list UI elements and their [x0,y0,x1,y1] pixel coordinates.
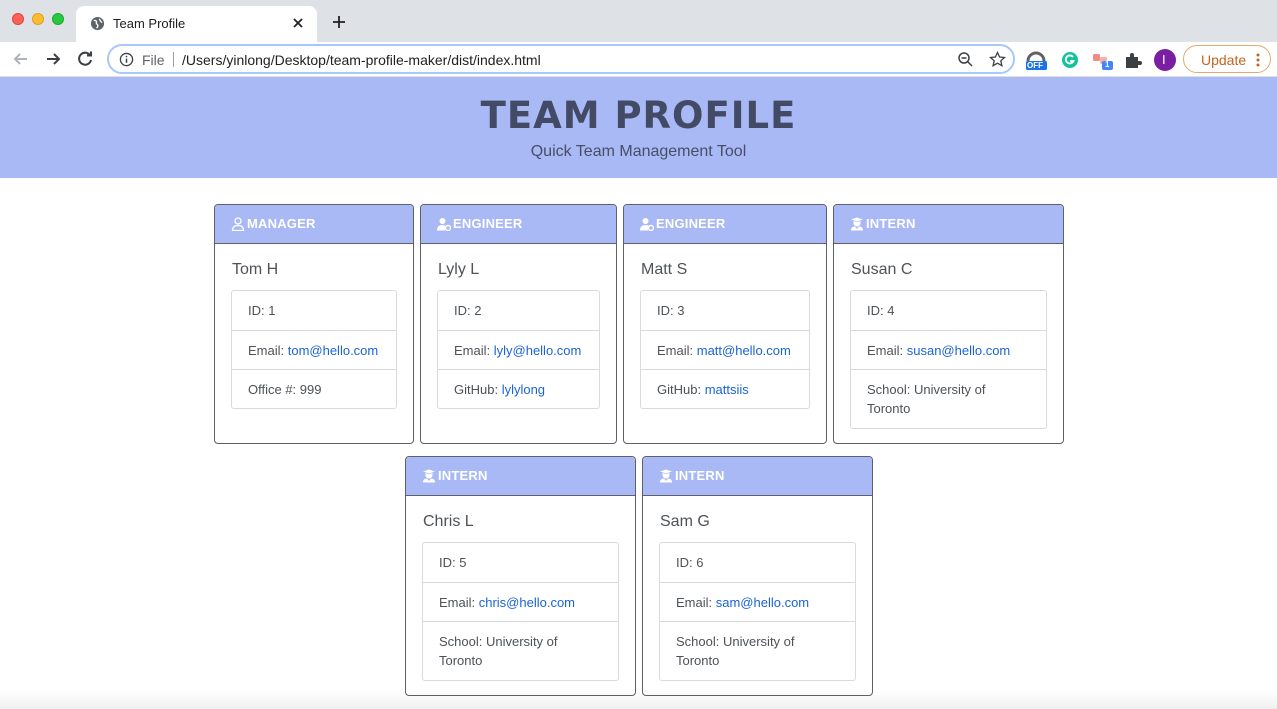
bookmark-star-icon[interactable] [989,51,1006,68]
grammarly-icon[interactable] [1059,49,1081,71]
school-item: School: University of Toronto [851,369,1046,428]
close-window-button[interactable] [12,13,24,25]
role-label: ENGINEER [656,216,726,231]
browser-tab[interactable]: Team Profile [76,6,317,42]
card-header: ENGINEER [624,205,826,244]
user-graduate-icon [660,469,672,483]
browser-tab-bar: Team Profile [0,0,1277,42]
profile-avatar[interactable]: I [1154,49,1176,71]
url-separator [173,52,174,67]
id-item: ID: 1 [248,303,276,318]
browser-toolbar: File /Users/yinlong/Desktop/team-profile… [0,42,1277,77]
info-list: ID: 6 Email: sam@hello.com School: Unive… [659,542,856,681]
employee-card: INTERN Susan C ID: 4 Email: susan@hello.… [833,204,1064,444]
globe-icon [90,16,105,31]
info-list: ID: 5 Email: chris@hello.com School: Uni… [422,542,619,681]
school-item: School: University of Toronto [423,621,618,680]
extensions-icon[interactable] [1122,49,1144,71]
minimize-window-button[interactable] [32,13,44,25]
employee-name: Sam G [660,513,710,530]
card-header: MANAGER [215,205,413,244]
role-label: INTERN [675,468,725,483]
user-graduate-icon [423,469,435,483]
github-link[interactable]: lylylong [502,382,545,397]
card-header: INTERN [406,457,635,496]
url-scheme-label: File [142,52,165,68]
email-item: Email: chris@hello.com [423,582,618,621]
github-link[interactable]: mattsiis [705,382,749,397]
employee-name: Lyly L [438,261,480,278]
email-item: Email: susan@hello.com [851,330,1046,369]
email-link[interactable]: sam@hello.com [716,595,809,610]
id-item: ID: 5 [439,555,467,570]
user-icon [231,217,245,231]
reload-icon[interactable] [74,48,96,70]
info-list: ID: 3 Email: matt@hello.com GitHub: matt… [640,290,810,409]
id-item: ID: 6 [676,555,704,570]
card-header: INTERN [643,457,872,496]
email-item: Email: tom@hello.com [232,330,396,369]
close-tab-icon[interactable] [289,14,307,32]
user-graduate-icon [851,217,863,231]
employee-name: Tom H [232,261,279,278]
profile-initial: I [1162,52,1166,67]
email-link[interactable]: matt@hello.com [697,343,791,358]
id-item: ID: 3 [657,303,685,318]
zoom-icon[interactable] [957,51,974,68]
extension-off-badge: OFF [1027,61,1043,70]
page-bottom-shadow [0,690,1277,709]
new-tab-icon[interactable] [330,13,348,31]
update-button[interactable]: Update [1183,45,1271,73]
update-label: Update [1201,52,1247,68]
office-item: Office #: 999 [232,369,396,408]
employee-card: MANAGER Tom H ID: 1 Email: tom@hello.com… [214,204,414,444]
employee-name: Susan C [851,261,913,278]
info-list: ID: 4 Email: susan@hello.com School: Uni… [850,290,1047,429]
role-label: INTERN [866,216,916,231]
email-link[interactable]: susan@hello.com [907,343,1011,358]
user-gear-icon [640,218,654,231]
id-item: ID: 2 [454,303,482,318]
speedometer-extension-icon[interactable]: OFF [1025,49,1047,71]
extension-count-badge: 1 [1105,60,1110,69]
email-link[interactable]: tom@hello.com [288,343,379,358]
forward-arrow-icon[interactable] [42,48,64,70]
card-header: ENGINEER [421,205,616,244]
email-item: Email: lyly@hello.com [438,330,599,369]
role-label: MANAGER [247,216,316,231]
employee-name: Matt S [641,261,688,278]
email-link[interactable]: chris@hello.com [479,595,575,610]
email-item: Email: sam@hello.com [660,582,855,621]
more-vert-icon[interactable] [1256,53,1260,67]
url-text[interactable]: /Users/yinlong/Desktop/team-profile-make… [182,52,541,68]
page-header: TEAM PROFILE Quick Team Management Tool [0,77,1277,178]
page-title: TEAM PROFILE [480,94,797,137]
puzzle-piece-extension-icon[interactable]: 1 [1092,49,1114,71]
employee-name: Chris L [423,513,474,530]
employee-card: ENGINEER Matt S ID: 3 Email: matt@hello.… [623,204,827,444]
role-label: ENGINEER [453,216,523,231]
address-bar[interactable]: File /Users/yinlong/Desktop/team-profile… [107,44,1015,74]
info-list: ID: 2 Email: lyly@hello.com GitHub: lyly… [437,290,600,409]
info-list: ID: 1 Email: tom@hello.com Office #: 999 [231,290,397,409]
tab-title: Team Profile [113,16,186,31]
page-subtitle: Quick Team Management Tool [530,143,747,160]
school-item: School: University of Toronto [660,621,855,680]
info-icon[interactable] [119,52,134,67]
email-item: Email: matt@hello.com [641,330,809,369]
role-label: INTERN [438,468,488,483]
employee-card: INTERN Chris L ID: 5 Email: chris@hello.… [405,456,636,696]
user-gear-icon [437,218,451,231]
github-item: GitHub: mattsiis [641,369,809,408]
maximize-window-button[interactable] [52,13,64,25]
email-link[interactable]: lyly@hello.com [494,343,582,358]
employee-card: ENGINEER Lyly L ID: 2 Email: lyly@hello.… [420,204,617,444]
back-arrow-icon[interactable] [10,48,32,70]
employee-card: INTERN Sam G ID: 6 Email: sam@hello.com … [642,456,873,696]
id-item: ID: 4 [867,303,895,318]
card-header: INTERN [834,205,1063,244]
github-item: GitHub: lylylong [438,369,599,408]
